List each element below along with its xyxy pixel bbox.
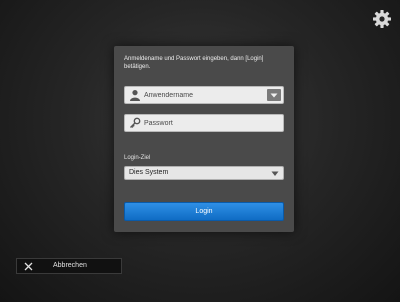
login-target-value: Dies System — [129, 169, 169, 176]
login-button[interactable]: Login — [124, 202, 284, 221]
login-target-label: Login-Ziel — [124, 155, 151, 161]
login-target-select[interactable]: Dies System — [124, 166, 284, 180]
cancel-button[interactable]: Abbrechen — [16, 258, 122, 274]
login-instruction: Anmeldename und Passwort eingeben, dann … — [124, 56, 264, 70]
cancel-label: Abbrechen — [53, 262, 87, 269]
password-field[interactable] — [124, 114, 284, 132]
username-dropdown-button[interactable] — [267, 89, 281, 101]
gear-icon[interactable] — [372, 9, 392, 29]
close-icon — [24, 262, 33, 271]
username-field[interactable] — [124, 86, 284, 104]
login-screen: Anmeldename und Passwort eingeben, dann … — [0, 0, 400, 302]
user-icon — [129, 89, 141, 101]
username-input[interactable] — [144, 87, 264, 103]
chevron-down-icon — [271, 170, 279, 177]
key-icon — [129, 117, 141, 129]
login-panel: Anmeldename und Passwort eingeben, dann … — [114, 46, 294, 232]
password-input[interactable] — [144, 115, 264, 131]
